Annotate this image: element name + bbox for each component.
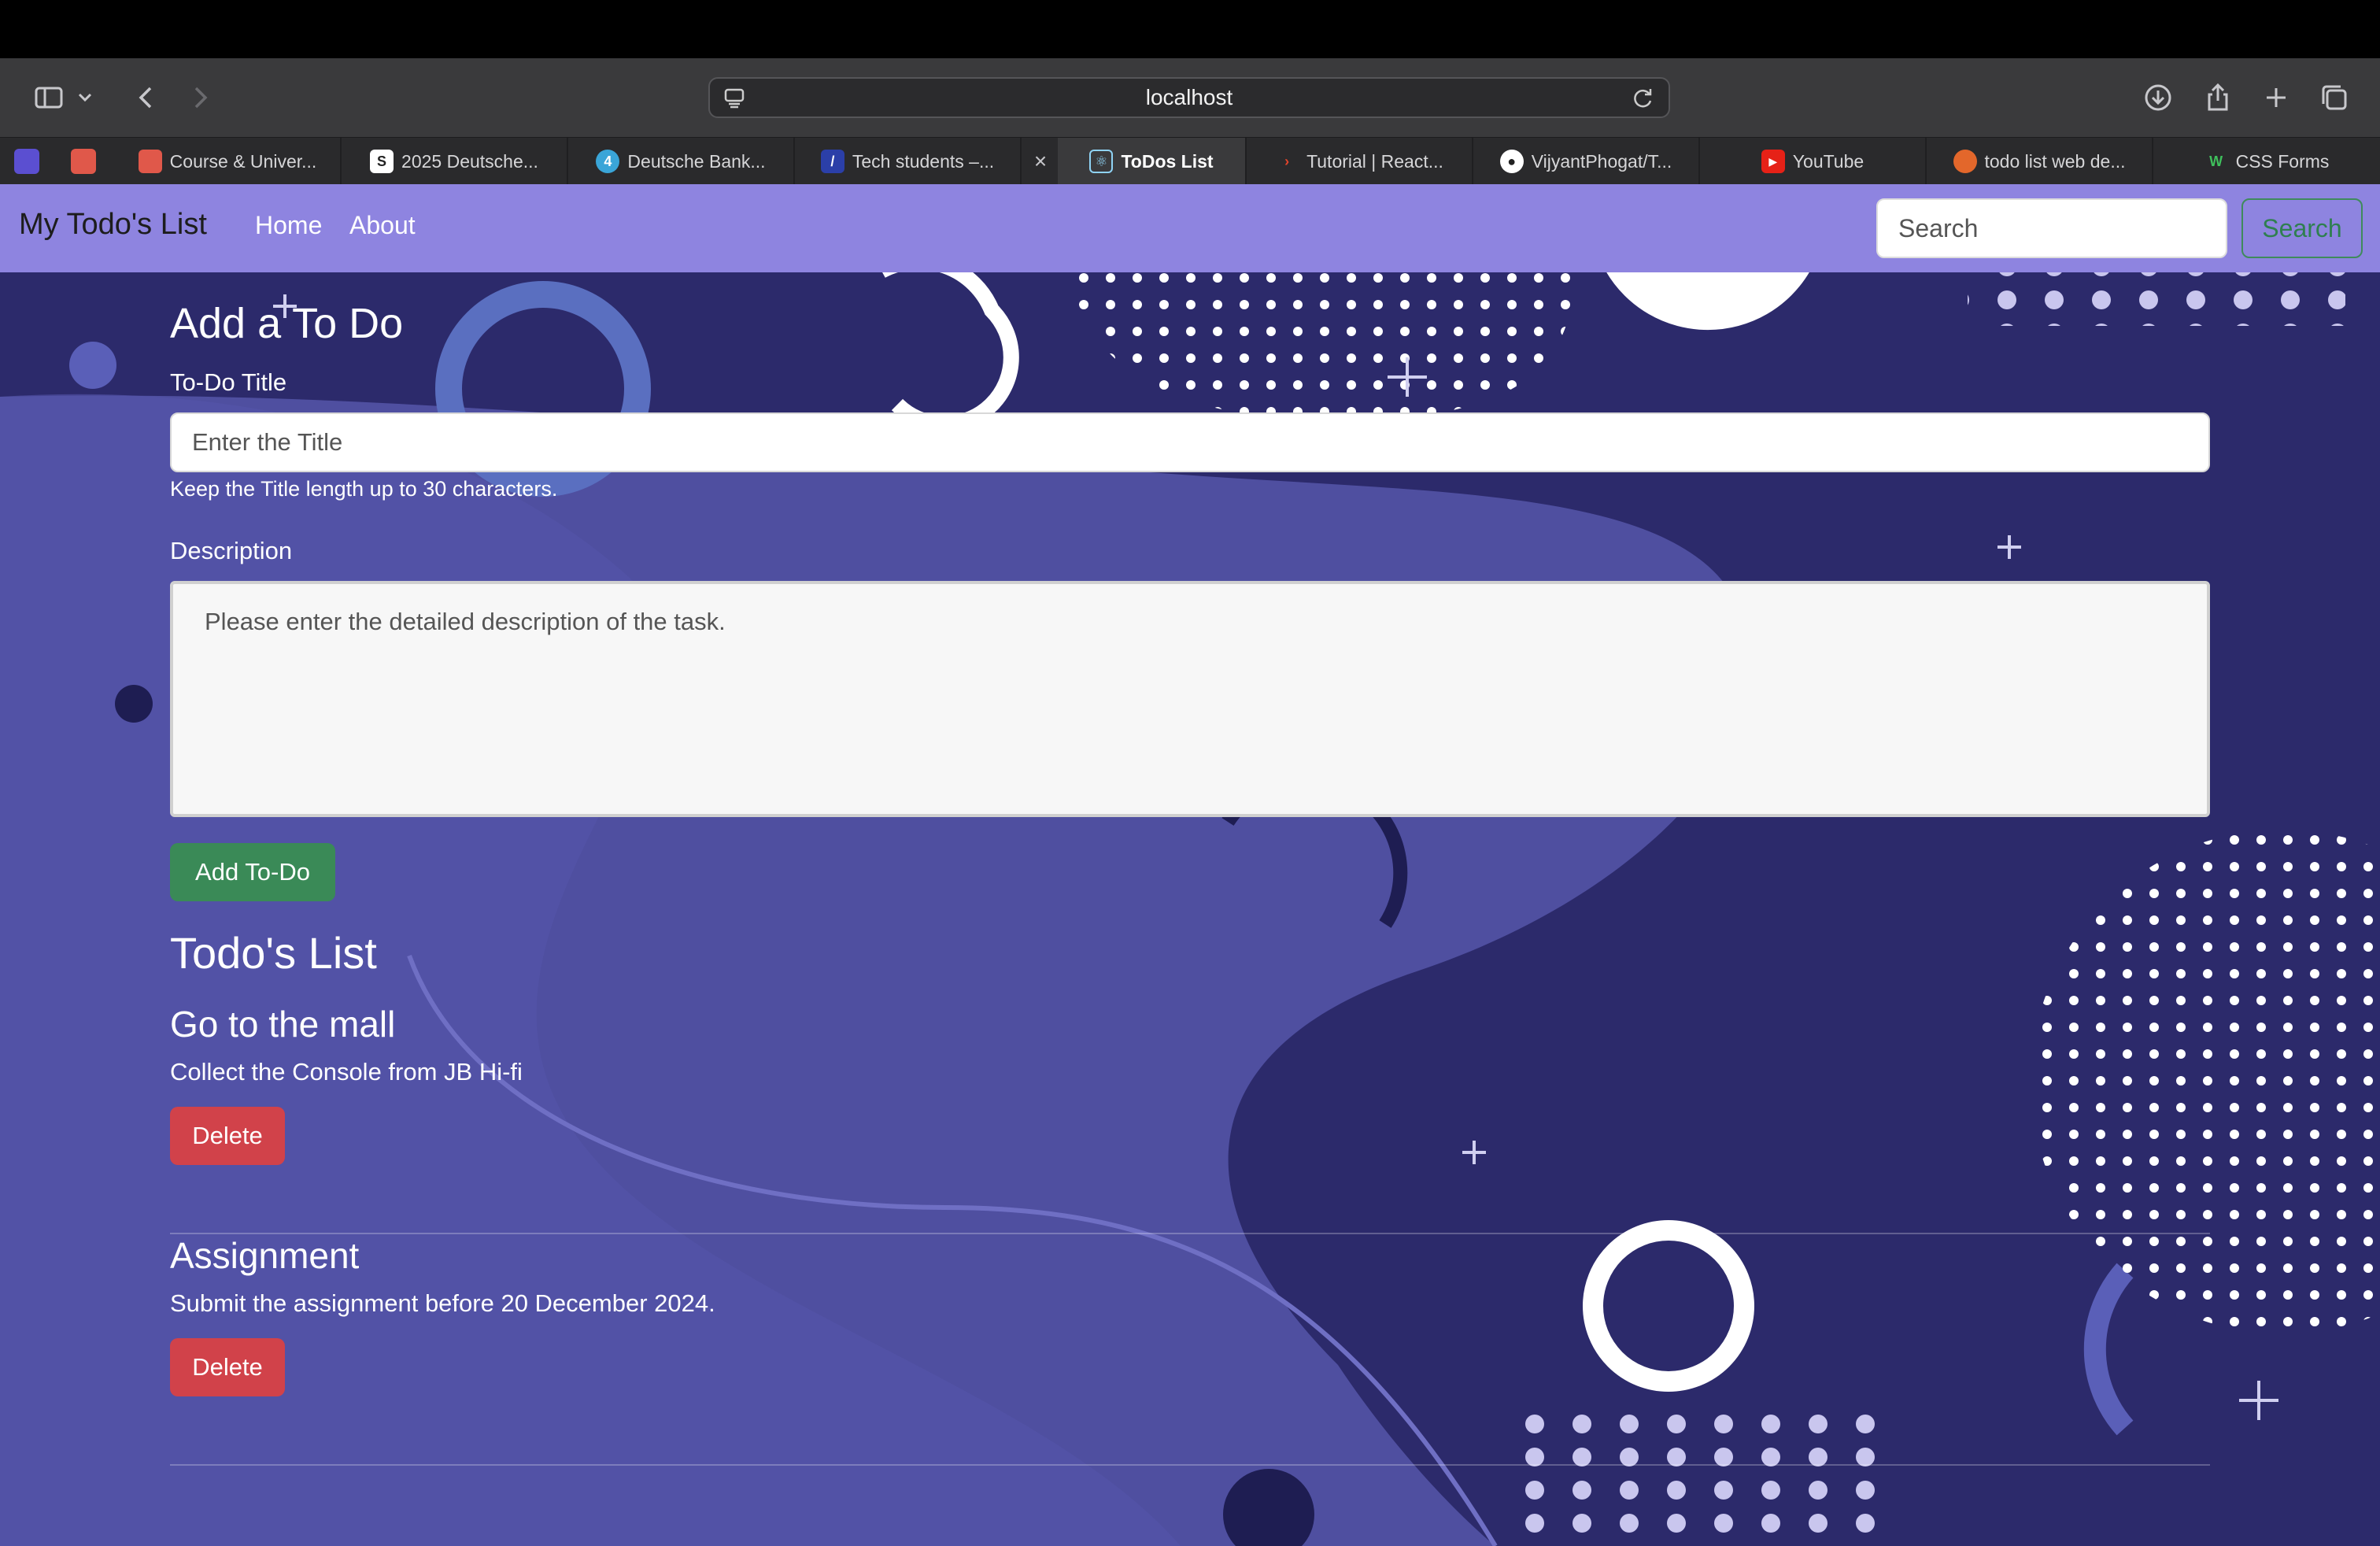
system-menubar: [0, 0, 2380, 58]
tab-tutorial-react[interactable]: › Tutorial | React...: [1247, 138, 1473, 185]
tab-overview-icon[interactable]: [2317, 80, 2352, 115]
tab-youtube[interactable]: ▶ YouTube: [1700, 138, 1927, 185]
tab-favicon-icon: S: [370, 150, 394, 173]
tab-favicon-icon: W: [2209, 153, 2223, 169]
tab-label: Course & Univer...: [169, 150, 317, 172]
tab-github[interactable]: ● VijyantPhogat/T...: [1473, 138, 1700, 185]
new-tab-icon[interactable]: [2259, 80, 2293, 115]
chevron-down-icon[interactable]: [76, 80, 94, 115]
main-content: Add a To Do To-Do Title Keep the Title l…: [0, 184, 2380, 1546]
tab-label: Tutorial | React...: [1306, 150, 1443, 172]
add-todo-heading: Add a To Do: [170, 300, 404, 347]
todo-list-heading: Todo's List: [170, 928, 377, 978]
back-arrow-icon[interactable]: [129, 80, 164, 115]
todo-item-description: Submit the assignment before 20 December…: [170, 1289, 715, 1317]
tab-label: VijyantPhogat/T...: [1531, 150, 1672, 172]
pinned-tab-icon[interactable]: [71, 149, 96, 174]
todo-title-input[interactable]: [170, 412, 2210, 472]
todo-item: Assignment Submit the assignment before …: [170, 1234, 2210, 1466]
tab-label: ToDos List: [1121, 150, 1214, 172]
tab-todo-list-web[interactable]: todo list web de...: [1927, 138, 2153, 185]
react-favicon-icon: ⚛: [1089, 150, 1114, 173]
pinned-tab-mail-icon[interactable]: [14, 149, 39, 174]
todo-item-title: Go to the mall: [170, 1004, 396, 1045]
tab-label: Tech students –...: [852, 150, 995, 172]
tab-label: todo list web de...: [1984, 150, 2126, 172]
todo-item-description: Collect the Console from JB Hi-fi: [170, 1058, 523, 1086]
duckduckgo-favicon-icon: [1953, 150, 1977, 173]
tab-deutsche-bank[interactable]: 4 Deutsche Bank...: [568, 138, 795, 185]
sidebar-toggle-icon[interactable]: [31, 80, 66, 115]
search-input[interactable]: [1876, 198, 2227, 258]
navbar-brand[interactable]: My Todo's List: [19, 208, 207, 242]
nav-link-about[interactable]: About: [349, 211, 416, 240]
youtube-favicon-icon: ▶: [1761, 150, 1785, 173]
close-tab-icon[interactable]: ×: [1028, 149, 1053, 174]
tab-favicon-icon: [138, 150, 162, 173]
reload-icon[interactable]: [1629, 85, 1656, 112]
page-settings-icon[interactable]: [722, 87, 746, 110]
share-icon[interactable]: [2201, 80, 2235, 115]
site-navbar: My Todo's List Home About Search: [0, 184, 2380, 272]
downloads-icon[interactable]: [2141, 80, 2175, 115]
description-label: Description: [170, 537, 293, 564]
todo-item-title: Assignment: [170, 1235, 360, 1276]
tab-favicon-icon: ›: [1284, 153, 1290, 169]
url-text: localhost: [1145, 85, 1233, 109]
delete-button[interactable]: Delete: [170, 1107, 285, 1165]
tab-label: YouTube: [1792, 150, 1864, 172]
forward-arrow-icon[interactable]: [183, 80, 217, 115]
tab-tech-students[interactable]: / Tech students –...: [795, 138, 1022, 185]
search-button[interactable]: Search: [2241, 198, 2363, 258]
delete-button[interactable]: Delete: [170, 1338, 285, 1396]
tab-label: 2025 Deutsche...: [401, 150, 538, 172]
title-help-text: Keep the Title length up to 30 character…: [170, 477, 558, 501]
tab-label: Deutsche Bank...: [627, 150, 766, 172]
tab-label: CSS Forms: [2235, 150, 2330, 172]
tab-favicon-icon: 4: [596, 150, 620, 173]
web-page: My Todo's List Home About Search Add a T…: [0, 184, 2380, 1546]
nav-link-home[interactable]: Home: [255, 211, 322, 240]
tab-bar: Course & Univer... S 2025 Deutsche... 4 …: [0, 137, 2380, 185]
github-favicon-icon: ●: [1499, 150, 1524, 173]
tab-course[interactable]: Course & Univer...: [115, 138, 342, 185]
add-todo-button[interactable]: Add To-Do: [170, 843, 335, 901]
tab-deutsche-2025[interactable]: S 2025 Deutsche...: [342, 138, 568, 185]
todo-description-input[interactable]: [170, 581, 2210, 817]
browser-toolbar: localhost: [0, 58, 2380, 137]
tab-favicon-icon: /: [820, 150, 844, 173]
address-bar[interactable]: localhost: [708, 77, 1670, 118]
tab-todos-list[interactable]: ⚛ ToDos List: [1058, 138, 1247, 185]
todo-item: Go to the mall Collect the Console from …: [170, 1003, 2210, 1234]
title-label: To-Do Title: [170, 368, 287, 396]
tab-css-forms[interactable]: W CSS Forms: [2153, 138, 2380, 185]
